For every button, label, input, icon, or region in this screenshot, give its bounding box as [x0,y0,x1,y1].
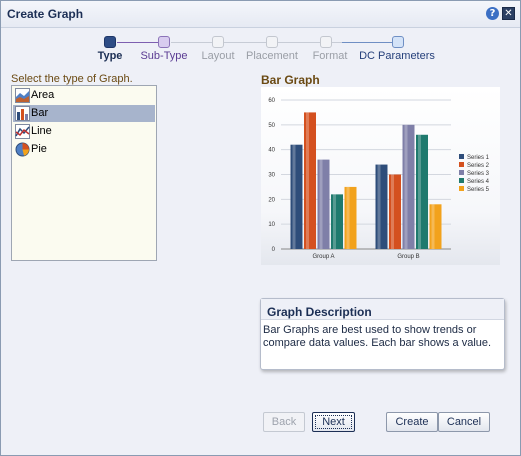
help-icon[interactable]: ? [486,7,499,20]
bar-highlight [418,134,421,249]
bar [416,134,428,249]
wizard-train: Type Sub-Type Layout Placement Format DC… [1,31,520,71]
bar-highlight [404,124,408,249]
cancel-button[interactable]: Cancel [438,412,490,432]
train-stop-format [320,36,332,48]
bar [389,174,401,249]
graph-type-label-line: Line [31,125,52,137]
train-stop-type[interactable] [104,36,116,48]
legend-label: Series 4 [467,179,490,185]
graph-type-label-bar: Bar [31,107,49,119]
graph-type-label-area: Area [31,89,55,101]
y-tick-label: 30 [268,173,275,179]
bar [331,194,343,249]
step-label-sub-type[interactable]: Sub-Type [140,50,187,62]
cancel-button-label: Cancel [446,416,482,428]
graph-description-panel: Graph Description Bar Graphs are best us… [260,298,505,370]
bar [290,144,303,249]
train-connector [342,42,393,43]
back-button-label: Back [271,416,297,428]
step-label-format: Format [312,50,348,62]
bar-highlight [319,159,323,249]
back-button: Back [263,412,305,432]
y-tick-label: 0 [272,247,276,253]
dialog-titlebar: Create Graph ? ✕ [1,1,520,28]
step-label-dc-parameters[interactable]: DC Parameters [359,50,435,62]
legend-label: Series 2 [467,163,490,169]
step-label-layout: Layout [201,50,235,62]
legend-swatch [459,170,464,175]
description-header: Graph Description [261,299,504,320]
legend-label: Series 1 [467,155,490,161]
description-title: Graph Description [267,305,372,319]
train-stop-sub-type[interactable] [158,36,170,48]
bar [344,186,357,249]
bar-highlight [306,112,309,250]
next-button-label: Next [322,416,345,428]
pie-chart-icon [15,142,30,157]
next-button[interactable]: Next [312,412,355,432]
legend-label: Series 3 [467,171,490,177]
x-tick-label: Group B [397,254,419,260]
graph-type-item-pie[interactable]: Pie [13,141,155,158]
legend-swatch [459,162,464,167]
y-tick-label: 20 [268,197,275,203]
create-graph-dialog: Create Graph ? ✕ Type Sub-Type Layout Pl… [0,0,521,456]
description-text: Bar Graphs are best used to show trends … [263,324,492,349]
bar-chart-icon [15,106,30,121]
bar-highlight [333,194,336,249]
create-button-label: Create [395,416,429,428]
graph-type-item-area[interactable]: Area [13,87,155,104]
train-stop-layout [212,36,224,48]
y-tick-label: 60 [268,98,275,104]
bar [375,164,388,249]
legend-label: Series 5 [467,187,490,193]
bar-highlight [377,164,381,249]
x-tick-label: Group A [312,254,334,260]
preview-title: Bar Graph [261,73,320,87]
bar-highlight [391,174,394,249]
legend-swatch [459,154,464,159]
create-button[interactable]: Create [386,412,438,432]
legend-swatch [459,186,464,191]
area-chart-icon [15,88,30,103]
graph-type-label-pie: Pie [31,143,47,155]
bar [429,204,442,249]
step-label-type: Type [97,50,123,62]
y-tick-label: 50 [268,123,275,129]
bar [317,159,330,249]
line-chart-icon [15,124,30,139]
bar [304,112,316,250]
legend-swatch [459,178,464,183]
graph-type-item-bar[interactable]: Bar [13,105,155,122]
graph-type-label: Select the type of Graph. [11,73,133,85]
close-icon[interactable]: ✕ [502,7,515,20]
train-stop-dc-parameters[interactable] [392,36,404,48]
bar-chart: 0 10 20 30 40 50 60 Group A Group B Series 1 Serie… [268,98,490,260]
y-tick-label: 10 [268,222,275,228]
graph-type-item-line[interactable]: Line [13,123,155,140]
chart-preview: 0 10 20 30 40 50 60 Group A Group B Series 1 Serie… [261,87,500,265]
bar-highlight [431,204,435,249]
bar [402,124,415,249]
graph-type-list[interactable]: Area Bar Line Pie [11,85,157,261]
step-label-placement: Placement [246,50,298,62]
bar-highlight [346,186,350,249]
y-tick-label: 40 [268,148,275,154]
bar-highlight [292,144,296,249]
dialog-title: Create Graph [7,7,84,21]
train-stop-placement [266,36,278,48]
